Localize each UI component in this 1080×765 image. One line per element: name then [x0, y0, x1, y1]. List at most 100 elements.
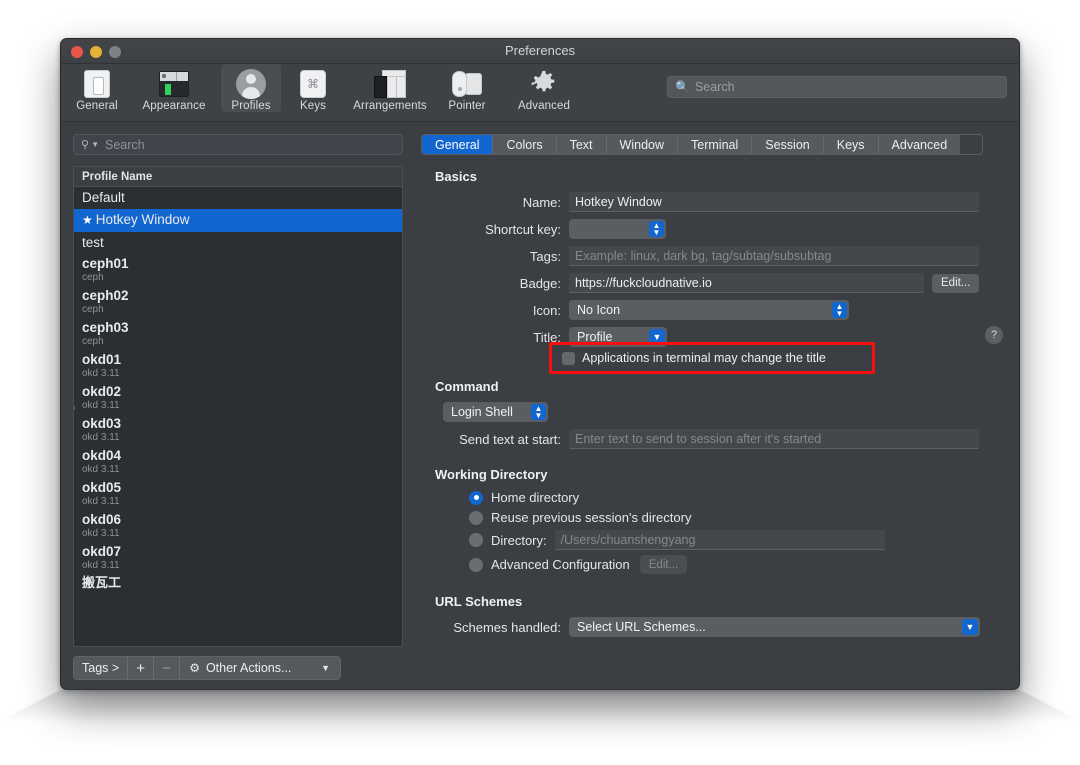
- toolbar-label-arrangements: Arrangements: [353, 100, 427, 112]
- profile-tag: okd 3.11: [82, 528, 120, 539]
- profile-name: okd06: [82, 512, 122, 527]
- radio-icon: [469, 557, 483, 572]
- tab-session[interactable]: Session: [752, 135, 824, 154]
- list-item[interactable]: okd04 okd 3.11: [74, 446, 402, 478]
- icon-select[interactable]: No Icon ▲ ▼: [569, 300, 849, 320]
- arrangements-icon: [374, 67, 406, 101]
- badge-edit-button[interactable]: Edit...: [932, 273, 980, 293]
- wd-directory-input[interactable]: /Users/chuanshengyang: [554, 530, 885, 550]
- wd-advanced-edit-button[interactable]: Edit...: [639, 555, 688, 574]
- list-item[interactable]: okd05 okd 3.11: [74, 478, 402, 510]
- toolbar-search-input[interactable]: 🔍 Search: [667, 76, 1007, 98]
- profile-list-toolbar: Tags > + − ⚙ Other Actions... ▼: [73, 656, 341, 680]
- profile-name: ceph01: [82, 256, 129, 271]
- toolbar-item-keys[interactable]: ⌘ Keys: [283, 64, 343, 112]
- tab-terminal[interactable]: Terminal: [678, 135, 753, 154]
- toolbar-label-appearance: Appearance: [142, 100, 206, 112]
- schemes-handled-select[interactable]: Select URL Schemes... ▼: [569, 617, 980, 637]
- preferences-toolbar: General Appearance Profiles ⌘ Keys Arran…: [61, 64, 1019, 122]
- list-item[interactable]: ★ Hotkey Window: [74, 209, 402, 232]
- profile-name: 搬瓦工: [82, 576, 122, 591]
- other-actions-label: Other Actions...: [205, 661, 292, 675]
- wd-option-directory[interactable]: Directory: /Users/chuanshengyang: [421, 530, 1003, 550]
- keys-icon: ⌘: [300, 67, 326, 101]
- shortcut-key-label: Shortcut key:: [485, 221, 561, 237]
- url-schemes-section-title: URL Schemes: [435, 594, 523, 609]
- list-item[interactable]: test: [74, 232, 402, 254]
- help-button[interactable]: ?: [985, 326, 1003, 344]
- name-label: Name:: [522, 194, 561, 210]
- profile-name: okd07: [82, 544, 122, 559]
- toolbar-item-arrangements[interactable]: Arrangements: [345, 64, 435, 112]
- name-row: Name: Hotkey Window: [421, 192, 1003, 212]
- name-input[interactable]: Hotkey Window: [569, 192, 979, 212]
- schemes-handled-row: Schemes handled: Select URL Schemes... ▼: [421, 617, 1003, 637]
- list-item[interactable]: okd06 okd 3.11: [74, 510, 402, 542]
- schemes-handled-label: Schemes handled:: [453, 619, 561, 635]
- tab-keys[interactable]: Keys: [823, 135, 879, 154]
- toolbar-item-appearance[interactable]: Appearance: [129, 64, 219, 112]
- wd-reuse-label: Reuse previous session's directory: [491, 510, 692, 525]
- tab-text[interactable]: Text: [556, 135, 607, 154]
- list-item[interactable]: ceph01 ceph: [74, 254, 402, 286]
- wd-advanced-label: Advanced Configuration: [491, 557, 630, 572]
- send-text-input[interactable]: Enter text to send to session after it's…: [569, 429, 979, 449]
- badge-input[interactable]: https://fuckcloudnative.io: [569, 273, 924, 293]
- list-item[interactable]: Default: [74, 187, 402, 209]
- profiles-icon: [236, 67, 266, 101]
- apps-change-title-highlight: Applications in terminal may change the …: [549, 342, 875, 374]
- apps-change-title-label: Applications in terminal may change the …: [582, 351, 826, 365]
- profile-tag: okd 3.11: [82, 400, 120, 411]
- radio-icon: [469, 490, 483, 505]
- list-item[interactable]: okd01 okd 3.11: [74, 350, 402, 382]
- profile-search-input[interactable]: ⚲ ▼ Search: [73, 134, 403, 155]
- tags-row: Tags: Example: linux, dark bg, tag/subta…: [421, 246, 1003, 266]
- tab-colors[interactable]: Colors: [493, 135, 557, 154]
- shell-row: Login Shell ▲ ▼: [421, 402, 1003, 422]
- wd-option-advanced[interactable]: Advanced Configuration Edit...: [421, 555, 1003, 574]
- list-item[interactable]: 搬瓦工: [74, 574, 402, 594]
- profiles-sidebar: ⚲ ▼ Search Profile Name Default ★ Hotkey …: [61, 122, 413, 689]
- shortcut-key-select[interactable]: ▲ ▼: [569, 219, 666, 239]
- list-item[interactable]: okd03 okd 3.11: [74, 414, 402, 446]
- tab-general[interactable]: General: [422, 135, 494, 154]
- command-shell-select[interactable]: Login Shell ▲ ▼: [443, 402, 548, 422]
- list-item[interactable]: ceph02 ceph: [74, 286, 402, 318]
- general-icon: [84, 67, 110, 101]
- tab-window[interactable]: Window: [606, 135, 679, 154]
- search-icon: ⚲: [81, 139, 90, 151]
- remove-profile-button[interactable]: −: [154, 657, 181, 679]
- profile-tag: ceph: [82, 272, 104, 283]
- chevron-down-icon: ▼: [321, 663, 330, 673]
- toolbar-item-profiles[interactable]: Profiles: [221, 64, 281, 112]
- working-directory-section-title: Working Directory: [435, 467, 548, 482]
- other-actions-button[interactable]: ⚙ Other Actions... ▼: [180, 657, 340, 679]
- window-title: Preferences: [504, 43, 576, 58]
- toolbar-item-pointer[interactable]: Pointer: [437, 64, 497, 112]
- add-profile-button[interactable]: +: [128, 657, 155, 679]
- wd-option-reuse[interactable]: Reuse previous session's directory: [421, 510, 1003, 525]
- tags-label: Tags:: [529, 248, 561, 264]
- tab-advanced[interactable]: Advanced: [878, 135, 961, 154]
- profile-list[interactable]: Default ★Hotkey Window test ceph01 ceph: [74, 187, 402, 646]
- list-item[interactable]: okd02 okd 3.11: [74, 382, 402, 414]
- toolbar-item-advanced[interactable]: Advanced: [499, 64, 589, 112]
- profile-name: test: [82, 235, 104, 250]
- chevron-down-icon[interactable]: ▼: [91, 140, 99, 149]
- badge-row: Badge: https://fuckcloudnative.io Edit..…: [421, 273, 1003, 293]
- toolbar-item-general[interactable]: General: [67, 64, 127, 112]
- profile-tag: okd 3.11: [82, 560, 120, 571]
- tags-input[interactable]: Example: linux, dark bg, tag/subtag/subs…: [569, 246, 979, 266]
- toolbar-label-general: General: [76, 100, 118, 112]
- command-section-title: Command: [435, 379, 499, 394]
- list-item[interactable]: okd07 okd 3.11: [74, 542, 402, 574]
- search-icon: 🔍: [675, 80, 690, 94]
- apps-change-title-checkbox[interactable]: [562, 351, 575, 365]
- profile-list-header[interactable]: Profile Name: [74, 167, 402, 187]
- list-item[interactable]: ceph03 ceph: [74, 318, 402, 350]
- send-text-row: Send text at start: Enter text to send t…: [421, 429, 1003, 449]
- tags-button[interactable]: Tags >: [74, 657, 129, 679]
- profile-name: Hotkey Window: [95, 212, 190, 227]
- wd-option-home[interactable]: Home directory: [421, 490, 1003, 505]
- title-label: Title:: [533, 329, 561, 345]
